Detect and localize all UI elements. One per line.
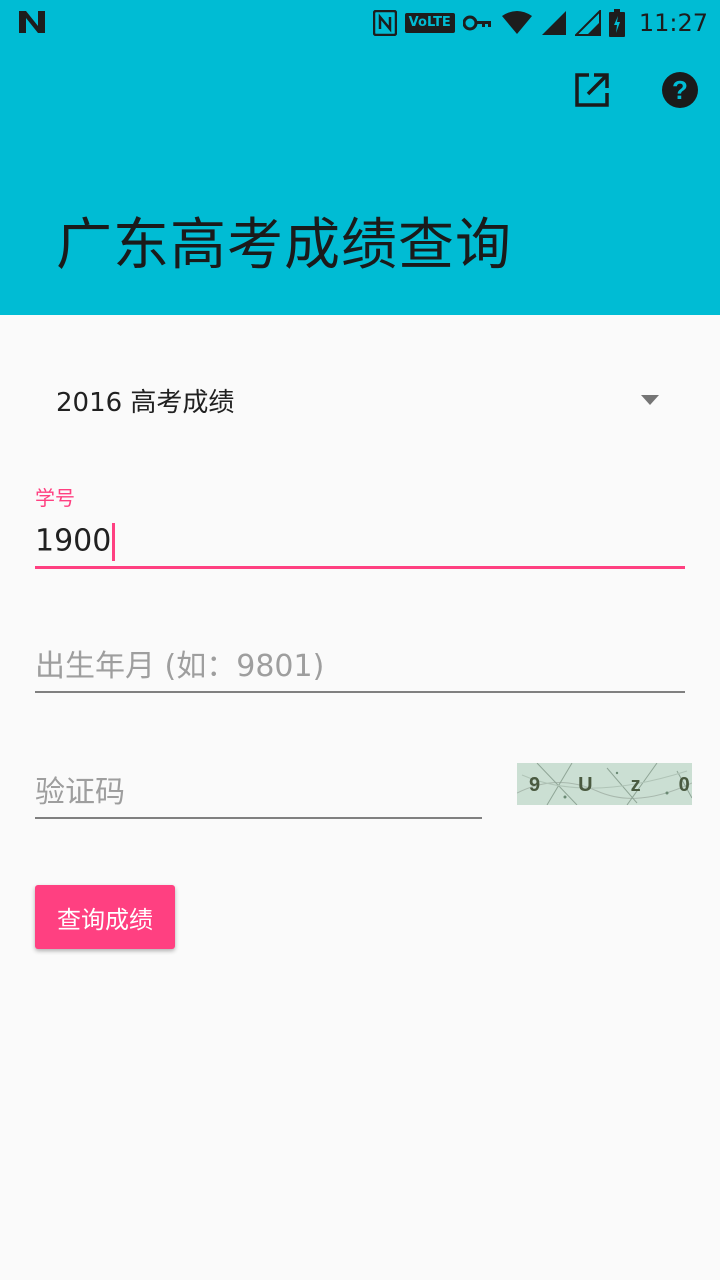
student-id-value: 1900 <box>35 523 112 559</box>
open-in-new-icon <box>575 73 609 107</box>
wifi-icon <box>501 11 532 34</box>
n-notification-icon <box>19 11 45 33</box>
student-id-field[interactable]: 学号 1900 <box>35 482 685 569</box>
year-select[interactable]: 2016 高考成绩 <box>35 370 685 430</box>
battery-icon <box>608 9 625 37</box>
birth-date-input[interactable]: 出生年月 (如：9801) <box>35 641 324 685</box>
help-button[interactable]: ? <box>660 70 700 110</box>
captcha-char: 9Uz0 <box>529 774 692 796</box>
svg-text:?: ? <box>672 75 688 105</box>
status-time: 11:27 <box>638 9 708 37</box>
text-caret <box>112 523 116 561</box>
app-bar: VoLTE 11:27 ? 广东高考成绩查询 <box>0 0 720 315</box>
signal-icon <box>574 10 601 36</box>
student-id-underline <box>35 566 685 569</box>
dropdown-arrow-icon <box>641 395 659 405</box>
nfc-icon <box>372 10 397 36</box>
captcha-field[interactable]: 验证码 <box>35 756 482 819</box>
captcha-noise: 9Uz0 <box>517 763 692 805</box>
volte-icon: VoLTE <box>404 13 455 33</box>
status-bar: VoLTE 11:27 <box>0 0 720 48</box>
student-id-label: 学号 <box>35 486 75 510</box>
signal-icon <box>541 11 566 35</box>
query-button[interactable]: 查询成绩 <box>35 885 175 949</box>
captcha-underline <box>35 817 482 819</box>
captcha-image[interactable]: 9Uz0 <box>517 763 692 805</box>
captcha-input[interactable]: 验证码 <box>35 767 125 811</box>
birth-date-underline <box>35 691 685 693</box>
open-in-new-button[interactable] <box>572 70 612 110</box>
page-title: 广东高考成绩查询 <box>56 213 512 278</box>
vpn-key-icon <box>462 15 491 31</box>
year-select-value: 2016 高考成绩 <box>56 387 235 418</box>
app-bar-actions: ? <box>572 70 700 110</box>
help-icon: ? <box>662 72 698 108</box>
birth-date-field[interactable]: 出生年月 (如：9801) <box>35 630 685 693</box>
student-id-input[interactable]: 1900 <box>35 523 116 561</box>
